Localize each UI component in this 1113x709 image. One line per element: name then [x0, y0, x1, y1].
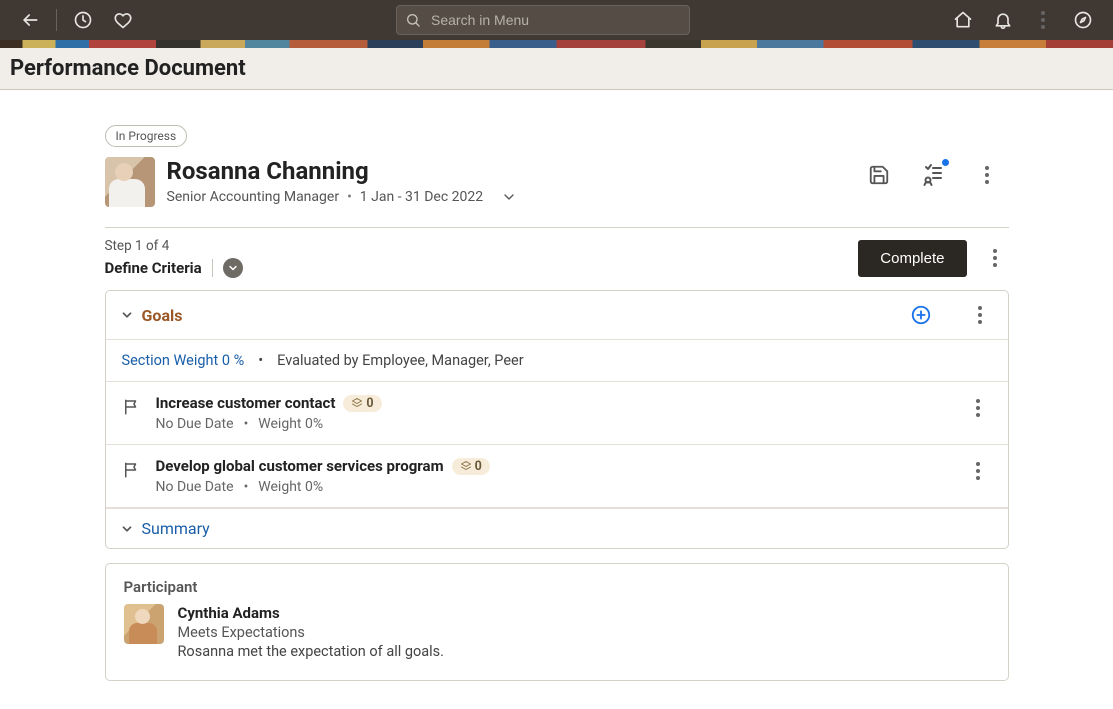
alignment-badge: 0	[452, 458, 490, 475]
page-title: Performance Document	[10, 56, 1103, 81]
profile-overflow-button[interactable]	[973, 161, 1001, 189]
goal-overflow-button[interactable]	[964, 457, 992, 485]
goals-title: Goals	[142, 306, 183, 325]
step-expand-button[interactable]	[223, 258, 243, 278]
employee-name: Rosanna Channing	[167, 157, 853, 185]
chevron-down-icon	[120, 522, 134, 536]
goals-subheader: Section Weight 0 % • Evaluated by Employ…	[106, 340, 1008, 382]
step-progress: Step 1 of 4	[105, 238, 845, 254]
step-label: Define Criteria	[105, 259, 202, 277]
alignment-count: 0	[366, 396, 373, 411]
employee-avatar	[105, 157, 155, 207]
more-vertical-icon	[969, 395, 987, 421]
save-icon	[868, 164, 890, 186]
checklist-person-icon	[921, 163, 945, 187]
more-vertical-icon	[1034, 7, 1052, 33]
collapse-toggle[interactable]	[120, 522, 134, 536]
topbar-overflow-button[interactable]	[1025, 2, 1061, 38]
chevron-down-icon	[227, 262, 239, 274]
alignment-badge: 0	[343, 395, 381, 412]
period-dropdown[interactable]	[501, 189, 517, 205]
employee-role: Senior Accounting Manager	[167, 189, 340, 205]
favorite-button[interactable]	[105, 2, 141, 38]
search-icon	[405, 12, 421, 28]
bullet-separator: •	[258, 352, 263, 369]
participant-name: Cynthia Adams	[178, 604, 445, 622]
participant-section-title: Participant	[124, 578, 990, 596]
summary-link[interactable]: Summary	[142, 519, 210, 538]
goals-card: Goals Section Weight 0 % • Evaluated by …	[105, 290, 1009, 549]
layers-icon	[460, 460, 472, 472]
notification-dot-icon	[942, 159, 949, 166]
goals-header: Goals	[106, 291, 1008, 340]
goals-overflow-button[interactable]	[966, 301, 994, 329]
back-button[interactable]	[12, 2, 48, 38]
plus-circle-icon	[910, 304, 932, 326]
goal-title: Increase customer contact	[156, 394, 336, 412]
more-vertical-icon	[971, 302, 989, 328]
bullet-separator: •	[244, 416, 249, 432]
step-row: Step 1 of 4 Define Criteria Complete	[105, 238, 1009, 278]
goal-title: Develop global customer services program	[156, 457, 444, 475]
bell-icon	[993, 10, 1013, 30]
main-content: In Progress Rosanna Channing Senior Acco…	[0, 95, 1113, 709]
participant-comment: Rosanna met the expectation of all goals…	[178, 643, 445, 660]
complete-button[interactable]: Complete	[858, 240, 966, 277]
review-period: 1 Jan - 31 Dec 2022	[347, 189, 483, 205]
flag-icon	[122, 398, 142, 418]
save-button[interactable]	[865, 161, 893, 189]
home-icon	[953, 10, 973, 30]
section-weight-link[interactable]: Section Weight 0 %	[122, 352, 245, 369]
top-bar	[0, 0, 1113, 40]
notifications-button[interactable]	[985, 2, 1021, 38]
more-vertical-icon	[986, 245, 1004, 271]
goal-weight: Weight 0%	[258, 416, 323, 432]
step-overflow-button[interactable]	[981, 244, 1009, 272]
more-vertical-icon	[969, 458, 987, 484]
goal-overflow-button[interactable]	[964, 394, 992, 422]
evaluated-by-text: Evaluated by Employee, Manager, Peer	[277, 352, 524, 369]
collapse-toggle[interactable]	[120, 308, 134, 322]
arrow-left-icon	[20, 10, 40, 30]
participant-rating: Meets Expectations	[178, 624, 445, 641]
participant-card: Participant Cynthia Adams Meets Expectat…	[105, 563, 1009, 681]
home-button[interactable]	[945, 2, 981, 38]
summary-header: Summary	[106, 508, 1008, 548]
heart-icon	[113, 10, 133, 30]
toolbar-divider	[56, 9, 57, 31]
worklist-button[interactable]	[919, 161, 947, 189]
status-badge: In Progress	[105, 125, 188, 147]
explore-button[interactable]	[1065, 2, 1101, 38]
participant-avatar	[124, 604, 164, 644]
clock-icon	[73, 10, 93, 30]
menu-search[interactable]	[396, 5, 690, 35]
goal-weight: Weight 0%	[258, 479, 323, 495]
chevron-down-icon	[120, 308, 134, 322]
flag-icon	[122, 461, 142, 481]
bullet-separator: •	[244, 479, 249, 495]
more-vertical-icon	[978, 162, 996, 188]
divider	[212, 259, 213, 277]
layers-icon	[351, 397, 363, 409]
goal-due: No Due Date	[156, 416, 234, 432]
decorative-strip	[0, 40, 1113, 48]
add-goal-button[interactable]	[910, 304, 932, 326]
compass-icon	[1073, 10, 1093, 30]
profile-header: Rosanna Channing Senior Accounting Manag…	[105, 157, 1009, 228]
chevron-down-icon	[501, 189, 517, 205]
goal-row: Develop global customer services program…	[106, 445, 1008, 508]
goal-row: Increase customer contact 0 No Due Date …	[106, 382, 1008, 445]
search-input[interactable]	[429, 11, 681, 29]
alignment-count: 0	[475, 459, 482, 474]
goal-due: No Due Date	[156, 479, 234, 495]
recent-button[interactable]	[65, 2, 101, 38]
page-title-bar: Performance Document	[0, 48, 1113, 90]
